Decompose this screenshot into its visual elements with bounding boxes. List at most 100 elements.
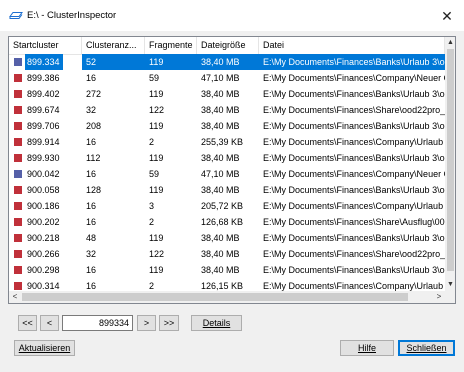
fragment-color-swatch bbox=[14, 234, 22, 242]
cell-dateigroesse: 38,40 MB bbox=[201, 105, 240, 115]
cell-datei: E:\My Documents\Finances\Company\Neuer O… bbox=[263, 73, 445, 83]
drive-icon bbox=[9, 12, 23, 19]
cell-clusteranzahl: 208 bbox=[86, 121, 102, 131]
cell-startcluster: 899.334 bbox=[9, 54, 82, 70]
cluster-number-input[interactable]: 899334 bbox=[62, 315, 133, 331]
cell-dateigroesse: 47,10 MB bbox=[201, 73, 240, 83]
cell-fragmente: 122 bbox=[149, 105, 165, 115]
cell-fragmente: 119 bbox=[149, 265, 164, 275]
cell-datei: E:\My Documents\Finances\Share\ood22pro_… bbox=[263, 105, 445, 115]
table-row[interactable]: 900.266 32 122 38,40 MB E:\My Documents\Fina… bbox=[9, 246, 445, 262]
column-header-fragmente[interactable]: Fragmente bbox=[145, 37, 197, 54]
cell-fragmente: 119 bbox=[149, 185, 164, 195]
table-row[interactable]: 899.402 272 119 38,40 MB E:\My Documents\Fin… bbox=[9, 86, 445, 102]
table-row[interactable]: 899.674 32 122 38,40 MB E:\My Documents\Fina… bbox=[9, 102, 445, 118]
cell-dateigroesse: 38,40 MB bbox=[201, 249, 240, 259]
scroll-up-icon[interactable]: ▲ bbox=[445, 37, 455, 49]
cell-clusteranzahl: 16 bbox=[86, 217, 97, 227]
close-icon[interactable]: ✕ bbox=[436, 6, 458, 26]
cell-datei: E:\My Documents\Finances\Banks\Urlaub 3\… bbox=[263, 121, 445, 131]
first-button[interactable]: << bbox=[18, 315, 37, 331]
cell-startcluster: 899.914 bbox=[9, 134, 82, 150]
scroll-right-icon[interactable]: > bbox=[433, 291, 445, 303]
startcluster-value: 900.042 bbox=[27, 169, 60, 179]
fragment-color-swatch bbox=[14, 90, 22, 98]
cell-fragmente: 122 bbox=[149, 249, 165, 259]
cell-dateigroesse: 38,40 MB bbox=[201, 89, 240, 99]
cluster-list[interactable]: Startcluster Clusteranz... Fragmente Dat… bbox=[8, 36, 456, 304]
last-button[interactable]: >> bbox=[159, 315, 179, 331]
horizontal-scroll-thumb[interactable] bbox=[22, 293, 408, 301]
scroll-down-icon[interactable]: ▼ bbox=[445, 279, 455, 291]
table-row[interactable]: 900.186 16 3 205,72 KB E:\My Documents\Finan… bbox=[9, 198, 445, 214]
refresh-label: Aktualisieren bbox=[18, 343, 71, 353]
startcluster-value: 900.186 bbox=[27, 201, 60, 211]
close-button[interactable]: Schließen bbox=[398, 340, 455, 356]
cell-dateigroesse: 38,40 MB bbox=[201, 185, 240, 195]
cell-clusteranzahl: 16 bbox=[86, 265, 97, 275]
cell-clusteranzahl: 32 bbox=[86, 105, 97, 115]
title-bar: E:\ - ClusterInspector ✕ bbox=[0, 0, 464, 31]
table-row[interactable]: 899.930 112 119 38,40 MB E:\My Documents\Fin… bbox=[9, 150, 445, 166]
column-header-clusteranzahl[interactable]: Clusteranz... bbox=[82, 37, 145, 54]
refresh-button[interactable]: Aktualisieren bbox=[14, 340, 75, 356]
next-button[interactable]: > bbox=[137, 315, 156, 331]
table-row[interactable]: 899.334 52 119 38,40 MB E:\My Documents\Fina… bbox=[9, 54, 445, 70]
table-row[interactable]: 900.218 48 119 38,40 MB E:\My Documents\Fina… bbox=[9, 230, 445, 246]
cell-startcluster: 900.298 bbox=[9, 262, 82, 278]
cell-clusteranzahl: 32 bbox=[86, 249, 97, 259]
cell-clusteranzahl: 128 bbox=[86, 185, 102, 195]
cell-startcluster: 900.218 bbox=[9, 230, 82, 246]
startcluster-value: 899.386 bbox=[27, 73, 60, 83]
cell-startcluster: 899.402 bbox=[9, 86, 82, 102]
table-row[interactable]: 899.706 208 119 38,40 MB E:\My Documents\Fin… bbox=[9, 118, 445, 134]
fragment-color-swatch bbox=[14, 170, 22, 178]
table-row[interactable]: 900.298 16 119 38,40 MB E:\My Documents\Fina… bbox=[9, 262, 445, 278]
window-title: E:\ - ClusterInspector bbox=[27, 10, 117, 21]
cell-datei: E:\My Documents\Finances\Banks\Urlaub 3\… bbox=[259, 54, 445, 70]
cell-startcluster: 900.058 bbox=[9, 182, 82, 198]
previous-button[interactable]: < bbox=[40, 315, 59, 331]
help-button[interactable]: Hilfe bbox=[340, 340, 394, 356]
vertical-scrollbar[interactable]: ▲ ▼ bbox=[445, 37, 455, 291]
vertical-scroll-thumb[interactable] bbox=[447, 49, 454, 271]
fragment-color-swatch bbox=[14, 266, 22, 274]
table-row[interactable]: 900.058 128 119 38,40 MB E:\My Documents\Fin… bbox=[9, 182, 445, 198]
fragment-color-swatch bbox=[14, 282, 22, 290]
horizontal-scrollbar[interactable]: < > bbox=[9, 291, 445, 303]
cell-fragmente: 3 bbox=[149, 201, 155, 211]
startcluster-value: 899.402 bbox=[27, 89, 60, 99]
fragment-color-swatch bbox=[14, 138, 22, 146]
cell-dateigroesse: 47,10 MB bbox=[201, 169, 240, 179]
cell-datei: E:\My Documents\Finances\Company\Neuer O… bbox=[263, 169, 445, 179]
fragment-color-swatch bbox=[14, 218, 22, 226]
cell-clusteranzahl: 112 bbox=[86, 153, 101, 163]
table-row[interactable]: 899.914 16 2 255,39 KB E:\My Documents\Finan… bbox=[9, 134, 445, 150]
fragment-color-swatch bbox=[14, 154, 22, 162]
fragment-color-swatch bbox=[14, 250, 22, 258]
details-button[interactable]: Details bbox=[191, 315, 242, 331]
column-header-datei[interactable]: Datei bbox=[259, 37, 445, 54]
table-row[interactable]: 899.386 16 59 47,10 MB E:\My Documents\Finan… bbox=[9, 70, 445, 86]
startcluster-value: 900.218 bbox=[27, 233, 60, 243]
startcluster-value: 899.334 bbox=[25, 54, 63, 70]
cell-dateigroesse: 38,40 MB bbox=[201, 153, 240, 163]
fragment-color-swatch bbox=[14, 106, 22, 114]
scroll-left-icon[interactable]: < bbox=[9, 291, 21, 303]
fragment-color-swatch bbox=[14, 202, 22, 210]
cell-dateigroesse: 38,40 MB bbox=[201, 233, 240, 243]
cell-clusteranzahl: 16 bbox=[86, 201, 97, 211]
cell-startcluster: 899.386 bbox=[9, 70, 82, 86]
cell-clusteranzahl: 48 bbox=[86, 233, 97, 243]
fragment-color-swatch bbox=[14, 186, 22, 194]
cell-datei: E:\My Documents\Finances\Banks\Urlaub 3\… bbox=[263, 265, 445, 275]
table-row[interactable]: 900.202 16 2 126,68 KB E:\My Documents\Finan… bbox=[9, 214, 445, 230]
details-label: Details bbox=[202, 318, 231, 328]
startcluster-value: 900.266 bbox=[27, 249, 60, 259]
close-label: Schließen bbox=[406, 343, 447, 353]
column-header-dateigroesse[interactable]: Dateigröße bbox=[197, 37, 259, 54]
cell-fragmente: 119 bbox=[149, 153, 164, 163]
startcluster-value: 899.930 bbox=[27, 153, 60, 163]
column-header-startcluster[interactable]: Startcluster bbox=[9, 37, 82, 54]
table-row[interactable]: 900.042 16 59 47,10 MB E:\My Documents\Finan… bbox=[9, 166, 445, 182]
